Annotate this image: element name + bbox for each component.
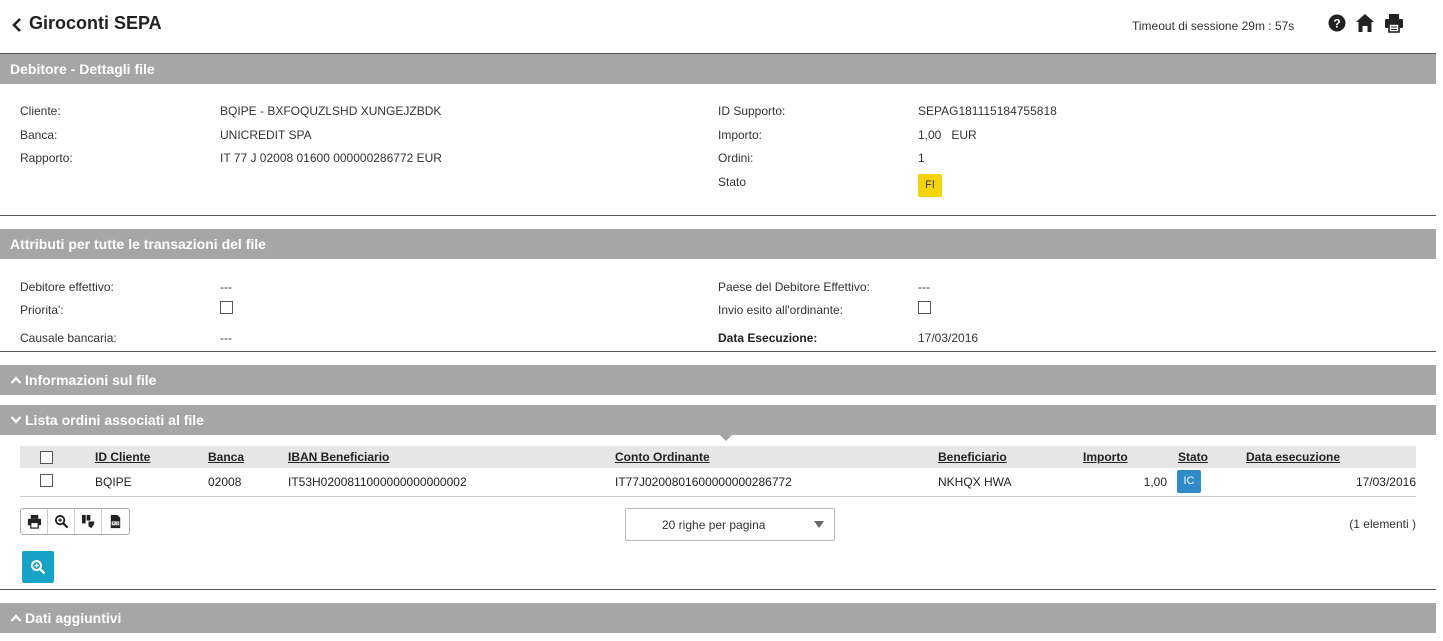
priorita-label: Priorita': (20, 303, 64, 317)
id-supporto-label: ID Supporto: (718, 104, 786, 118)
page-size-value: 20 righe per pagina (662, 518, 766, 532)
cliente-label: Cliente: (20, 104, 61, 118)
select-all-checkbox[interactable] (40, 451, 53, 464)
importo-label: Importo: (718, 128, 763, 142)
section-attributi: Attributi per tutte le transazioni del f… (0, 229, 1436, 259)
rapporto-label: Rapporto: (20, 151, 73, 165)
page-title: Giroconti SEPA (29, 13, 162, 33)
table-header: ID Cliente Banca IBAN Beneficiario Conto… (20, 446, 1416, 468)
cell-banca: 02008 (208, 475, 242, 489)
banca-value: UNICREDIT SPA (220, 128, 312, 142)
priorita-checkbox[interactable] (220, 301, 233, 314)
data-esecuzione-value: 17/03/2016 (918, 331, 979, 345)
ordini-value: 1 (918, 151, 925, 165)
cliente-value: BQIPE - BXFOQUZLSHD XUNGEJZBDK (220, 104, 442, 118)
column-header-conto-ordinante[interactable]: Conto Ordinante (615, 450, 710, 464)
column-header-stato[interactable]: Stato (1178, 450, 1208, 464)
row-divider (20, 496, 1416, 497)
rapporto-value: IT 77 J 02008 01600 000000286772 EUR (220, 151, 442, 165)
search-button[interactable] (22, 551, 54, 583)
invio-esito-label: Invio esito all'ordinante: (718, 303, 844, 317)
print-icon[interactable] (1383, 12, 1405, 34)
section-divider (0, 215, 1436, 216)
xls-export-button[interactable]: XLS (102, 509, 129, 534)
importo-value: 1,00 EUR (918, 128, 977, 142)
element-count: (1 elementi ) (1349, 517, 1416, 531)
section-divider (0, 351, 1436, 352)
column-header-importo[interactable]: Importo (1083, 450, 1128, 464)
column-header-id-cliente[interactable]: ID Cliente (95, 450, 150, 464)
data-esecuzione-label: Data Esecuzione: (718, 331, 818, 345)
zoom-icon (54, 514, 68, 529)
column-header-data-esecuzione[interactable]: Data esecuzione (1246, 450, 1340, 464)
section-attributi-title: Attributi per tutte le transazioni del f… (10, 236, 266, 252)
top-bar: Giroconti SEPA Timeout di sessione 29m :… (0, 0, 1443, 53)
section-informazioni-title: Informazioni sul file (25, 372, 157, 388)
id-supporto-value: SEPAG181115184755818 (918, 104, 1057, 118)
cell-stato-badge: IC (1177, 470, 1201, 493)
zoom-button[interactable] (48, 509, 75, 534)
invio-esito-checkbox[interactable] (918, 301, 931, 314)
page-size-select[interactable]: 20 righe per pagina (625, 508, 835, 541)
table-toolbar: XLS (20, 508, 130, 535)
section-divider (0, 589, 1436, 590)
section-notch (719, 434, 733, 441)
column-header-beneficiario[interactable]: Beneficiario (938, 450, 1007, 464)
chevron-up-icon (10, 614, 22, 622)
stato-label: Stato (718, 175, 747, 189)
print-icon (27, 514, 41, 529)
svg-text:?: ? (1333, 17, 1340, 31)
chevron-down-icon (10, 416, 22, 424)
paese-value: --- (918, 280, 930, 294)
cell-id-cliente: BQIPE (95, 475, 132, 489)
home-icon[interactable] (1354, 12, 1376, 34)
column-header-iban[interactable]: IBAN Beneficiario (288, 450, 389, 464)
section-lista-ordini-title: Lista ordini associati al file (25, 412, 204, 428)
section-informazioni[interactable]: Informazioni sul file (0, 365, 1436, 395)
xls-icon: XLS (110, 514, 121, 529)
help-icon[interactable]: ? (1326, 12, 1348, 34)
stato-badge: FI (918, 174, 942, 197)
section-debitore-title: Debitore - Dettagli file (10, 61, 155, 77)
zoom-icon (31, 560, 46, 575)
ordini-label: Ordini: (718, 151, 754, 165)
debitore-effettivo-label: Debitore effettivo: (20, 280, 114, 294)
causale-label: Causale bancaria: (20, 331, 117, 345)
cell-iban: IT53H0200811000000000000002 (288, 475, 467, 489)
cell-data-esecuzione: 17/03/2016 (1355, 475, 1416, 489)
row-checkbox[interactable] (40, 474, 53, 487)
svg-text:XLS: XLS (112, 522, 119, 526)
cell-conto-ordinante: IT77J0200801600000000286772 (615, 475, 792, 489)
debitore-effettivo-value: --- (220, 280, 232, 294)
column-header-banca[interactable]: Banca (208, 450, 244, 464)
section-dati-aggiuntivi[interactable]: Dati aggiuntivi (0, 603, 1436, 633)
export-button[interactable] (75, 509, 102, 534)
export-icon (81, 514, 94, 529)
back-icon[interactable] (10, 14, 24, 36)
section-dati-aggiuntivi-title: Dati aggiuntivi (25, 610, 122, 626)
chevron-up-icon (10, 376, 22, 384)
causale-value: --- (220, 331, 232, 345)
section-debitore: Debitore - Dettagli file (0, 54, 1436, 84)
paese-label: Paese del Debitore Effettivo: (718, 280, 870, 294)
cell-importo: 1,00 (1143, 475, 1167, 489)
cell-beneficiario: NKHQX HWA (938, 475, 1012, 489)
section-lista-ordini[interactable]: Lista ordini associati al file (0, 405, 1436, 435)
chevron-down-icon (814, 521, 824, 528)
session-timeout: Timeout di sessione 29m : 57s (1132, 19, 1295, 33)
print-button[interactable] (21, 509, 48, 534)
banca-label: Banca: (20, 128, 58, 142)
